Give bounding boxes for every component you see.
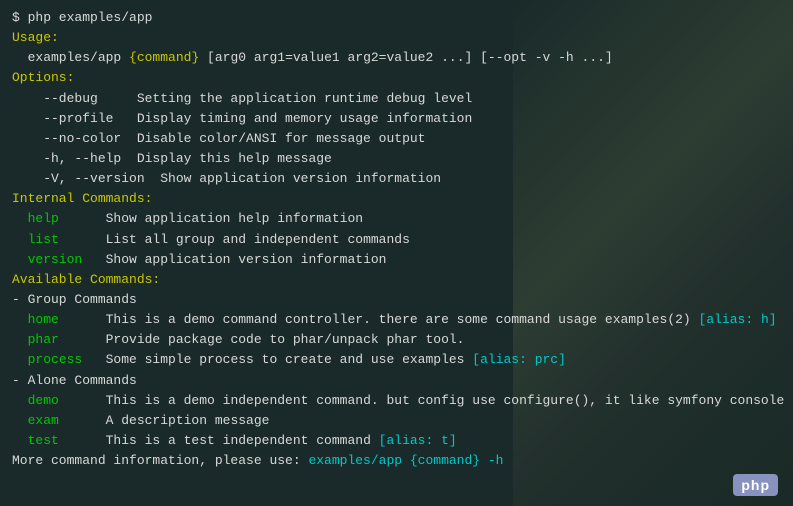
php-badge-text: php: [741, 477, 770, 493]
terminal-text: [12, 211, 28, 226]
terminal-line: More command information, please use: ex…: [12, 451, 781, 471]
terminal-line: Available Commands:: [12, 270, 781, 290]
terminal-line: --no-color Disable color/ANSI for messag…: [12, 129, 781, 149]
terminal-text: process: [28, 352, 83, 367]
terminal-output: $ php examples/app Usage: examples/app {c…: [0, 0, 793, 479]
terminal-text: Show application help information: [82, 211, 363, 226]
terminal-text: This is a demo independent command. but …: [82, 393, 784, 408]
terminal-line: -h, --help Display this help message: [12, 149, 781, 169]
terminal-line: Options:: [12, 68, 781, 88]
terminal-text: More command information, please use:: [12, 453, 308, 468]
terminal-line: $ php examples/app: [12, 8, 781, 28]
terminal-text: phar: [28, 332, 83, 347]
terminal-text: -V, --version Show application version i…: [12, 171, 441, 186]
terminal-text: examples/app {command} -h: [308, 453, 503, 468]
terminal-text: test: [28, 433, 83, 448]
terminal-text: [12, 332, 28, 347]
terminal-text: --no-color Disable color/ANSI for messag…: [12, 131, 425, 146]
terminal-text: [12, 433, 28, 448]
terminal-line: phar Provide package code to phar/unpack…: [12, 330, 781, 350]
terminal-line: process Some simple process to create an…: [12, 350, 781, 370]
terminal-text: Options:: [12, 70, 74, 85]
terminal-text: [12, 352, 28, 367]
terminal-line: Usage:: [12, 28, 781, 48]
terminal-text: {command}: [129, 50, 199, 65]
terminal-text: Available Commands:: [12, 272, 160, 287]
terminal-text: examples/app: [12, 50, 129, 65]
terminal-text: Internal Commands:: [12, 191, 152, 206]
terminal-text: Some simple process to create and use ex…: [82, 352, 472, 367]
terminal-text: This is a demo command controller. there…: [82, 312, 698, 327]
terminal-line: --debug Setting the application runtime …: [12, 89, 781, 109]
terminal-text: demo: [28, 393, 83, 408]
terminal-line: - Group Commands: [12, 290, 781, 310]
terminal-line: version Show application version informa…: [12, 250, 781, 270]
terminal-text: [12, 312, 28, 327]
terminal-text: $ php examples/app: [12, 10, 152, 25]
terminal-line: - Alone Commands: [12, 371, 781, 391]
terminal-text: - Alone Commands: [12, 373, 137, 388]
terminal-text: home: [28, 312, 83, 327]
terminal-text: -h, --help Display this help message: [12, 151, 332, 166]
terminal-text: version: [28, 252, 83, 267]
php-badge: php: [733, 474, 778, 496]
terminal-line: exam A description message: [12, 411, 781, 431]
terminal-line: help Show application help information: [12, 209, 781, 229]
terminal-text: --debug Setting the application runtime …: [12, 91, 472, 106]
terminal-line: demo This is a demo independent command.…: [12, 391, 781, 411]
terminal-text: Usage:: [12, 30, 59, 45]
terminal-text: [alias: h]: [699, 312, 777, 327]
terminal-text: Provide package code to phar/unpack phar…: [82, 332, 464, 347]
terminal-text: help: [28, 211, 83, 226]
terminal-text: List all group and independent commands: [82, 232, 410, 247]
terminal-line: test This is a test independent command …: [12, 431, 781, 451]
terminal-text: list: [28, 232, 83, 247]
terminal-text: - Group Commands: [12, 292, 137, 307]
terminal-text: [12, 413, 28, 428]
terminal-text: [alias: t]: [379, 433, 457, 448]
terminal-line: list List all group and independent comm…: [12, 230, 781, 250]
terminal-text: This is a test independent command: [82, 433, 378, 448]
terminal-text: --profile Display timing and memory usag…: [12, 111, 472, 126]
terminal-line: --profile Display timing and memory usag…: [12, 109, 781, 129]
terminal-line: Internal Commands:: [12, 189, 781, 209]
terminal-text: [12, 232, 28, 247]
terminal-text: [12, 252, 28, 267]
terminal-text: [arg0 arg1=value1 arg2=value2 ...] [--op…: [199, 50, 612, 65]
terminal-text: [alias: prc]: [472, 352, 566, 367]
terminal-line: -V, --version Show application version i…: [12, 169, 781, 189]
terminal-line: examples/app {command} [arg0 arg1=value1…: [12, 48, 781, 68]
terminal-text: exam: [28, 413, 83, 428]
terminal-text: A description message: [82, 413, 269, 428]
terminal-text: Show application version information: [82, 252, 386, 267]
terminal-line: home This is a demo command controller. …: [12, 310, 781, 330]
terminal-text: [12, 393, 28, 408]
